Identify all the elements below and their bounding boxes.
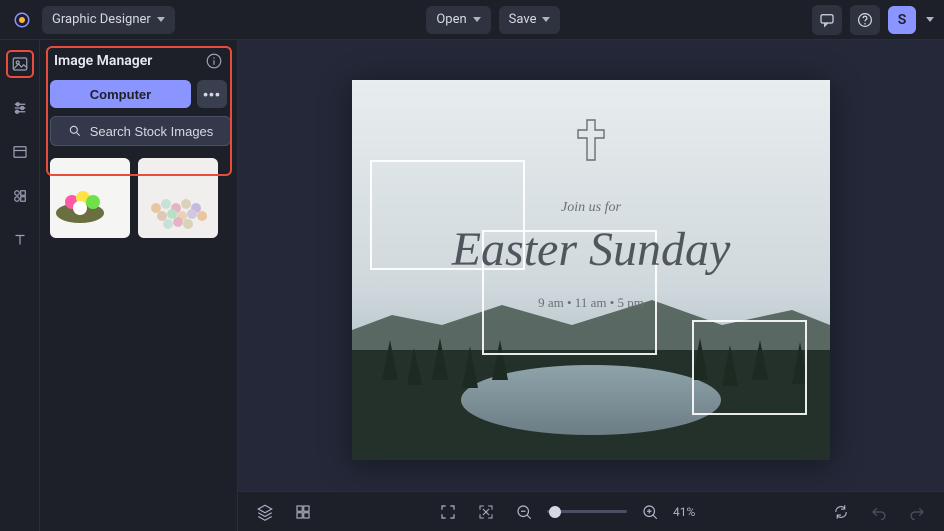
search-icon	[68, 124, 82, 138]
photo-frame	[692, 320, 807, 415]
redo-button[interactable]	[902, 497, 932, 527]
chat-icon	[818, 11, 836, 29]
app-mode-label: Graphic Designer	[52, 12, 151, 27]
save-label: Save	[509, 12, 537, 27]
left-rail	[0, 40, 40, 531]
refresh-icon	[832, 503, 850, 521]
panel-title: Image Manager	[54, 53, 152, 69]
more-sources-button[interactable]: •••	[197, 80, 227, 108]
grid-button[interactable]	[288, 497, 318, 527]
layout-icon	[11, 143, 29, 161]
slider-track[interactable]	[547, 510, 627, 513]
open-button[interactable]: Open	[426, 6, 490, 34]
comment-button[interactable]	[812, 5, 842, 35]
fullscreen-icon	[439, 503, 457, 521]
undo-icon	[870, 503, 888, 521]
open-label: Open	[436, 12, 466, 27]
canvas-title-text: Easter Sunday	[452, 222, 731, 277]
text-icon	[11, 231, 29, 249]
rail-text[interactable]	[6, 226, 34, 254]
thumbnail-image-2[interactable]	[138, 158, 218, 238]
fit-screen-button[interactable]	[471, 497, 501, 527]
chevron-down-icon	[473, 17, 481, 22]
design-canvas[interactable]: Join us for Easter Sunday 9 am • 11 am •…	[352, 80, 830, 460]
zoom-in-icon	[641, 503, 659, 521]
app-mode-dropdown[interactable]: Graphic Designer	[42, 6, 175, 34]
cross-icon	[576, 118, 606, 166]
canvas-times-text: 9 am • 11 am • 5 pm	[538, 295, 644, 311]
chevron-down-icon	[542, 17, 550, 22]
search-stock-label: Search Stock Images	[90, 124, 214, 139]
user-initial: S	[898, 12, 907, 28]
layers-button[interactable]	[250, 497, 280, 527]
user-avatar[interactable]: S	[888, 6, 916, 34]
bottom-toolbar: 41%	[238, 491, 944, 531]
help-icon	[856, 11, 874, 29]
canvas-join-text: Join us for	[561, 200, 621, 216]
fullscreen-button[interactable]	[433, 497, 463, 527]
rail-image-manager[interactable]	[6, 50, 34, 78]
canvas-viewport[interactable]: Join us for Easter Sunday 9 am • 11 am •…	[238, 40, 944, 491]
fit-icon	[477, 503, 495, 521]
rail-shapes[interactable]	[6, 182, 34, 210]
chevron-down-icon	[157, 17, 165, 22]
zoom-percent-label: 41%	[673, 505, 711, 519]
zoom-out-button[interactable]	[509, 497, 539, 527]
thumbnail-image-1[interactable]	[50, 158, 130, 238]
zoom-out-icon	[515, 503, 533, 521]
app-logo[interactable]	[10, 8, 34, 32]
grid-icon	[294, 503, 312, 521]
computer-upload-button[interactable]: Computer	[50, 80, 191, 108]
info-icon[interactable]	[205, 52, 223, 70]
help-button[interactable]	[850, 5, 880, 35]
rail-adjust[interactable]	[6, 94, 34, 122]
refresh-button[interactable]	[826, 497, 856, 527]
shapes-icon	[11, 187, 29, 205]
rail-layout[interactable]	[6, 138, 34, 166]
sliders-icon	[11, 99, 29, 117]
chevron-down-icon[interactable]	[926, 17, 934, 22]
canvas-stage: Join us for Easter Sunday 9 am • 11 am •…	[238, 40, 944, 531]
slider-knob[interactable]	[549, 506, 561, 518]
image-manager-panel: Image Manager Computer ••• Search Stock …	[40, 40, 238, 531]
image-icon	[11, 55, 29, 73]
redo-icon	[908, 503, 926, 521]
save-button[interactable]: Save	[499, 6, 561, 34]
layers-icon	[256, 503, 274, 521]
undo-button[interactable]	[864, 497, 894, 527]
zoom-slider[interactable]	[547, 510, 627, 513]
topbar: Graphic Designer Open Save S	[0, 0, 944, 40]
zoom-in-button[interactable]	[635, 497, 665, 527]
search-stock-button[interactable]: Search Stock Images	[50, 116, 231, 146]
